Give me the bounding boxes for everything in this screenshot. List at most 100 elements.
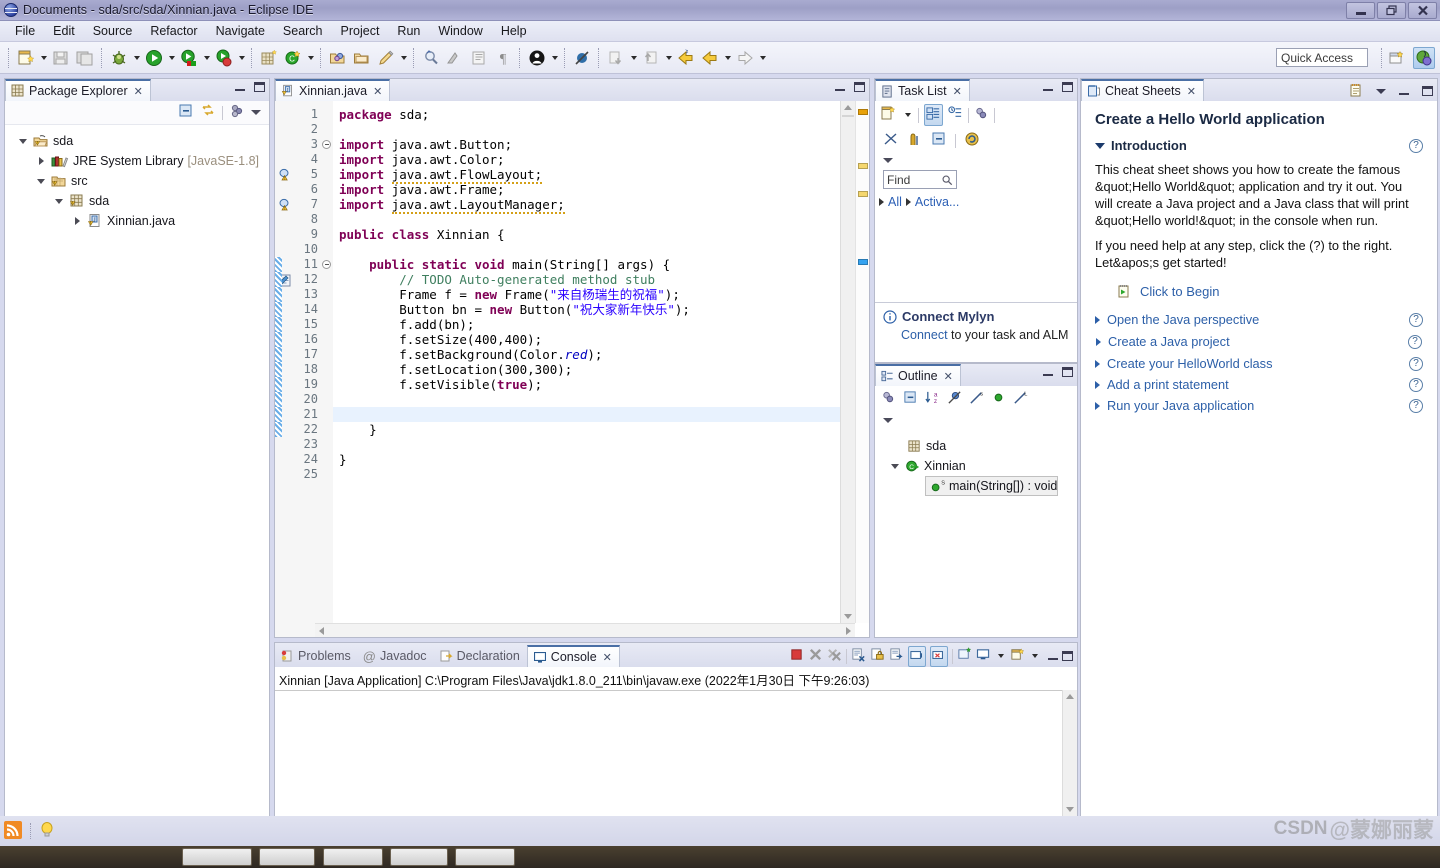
close-icon[interactable]: ✕	[373, 85, 382, 98]
help-icon[interactable]: ?	[1409, 356, 1423, 371]
tab-outline[interactable]: Outline ✕	[875, 364, 961, 386]
close-icon[interactable]: ✕	[944, 370, 953, 383]
twisty-down-icon[interactable]	[889, 463, 901, 469]
forward-icon[interactable]	[733, 46, 757, 70]
restore-tasks-icon[interactable]	[964, 131, 980, 150]
open-type-icon[interactable]	[326, 46, 350, 70]
forward-dropdown-icon[interactable]	[757, 47, 768, 69]
chevron-right-icon[interactable]	[1095, 315, 1100, 324]
hide-static-icon[interactable]: s	[969, 390, 984, 408]
console-vertical-scrollbar[interactable]	[1062, 690, 1077, 816]
tab-declaration[interactable]: Declaration	[434, 645, 527, 667]
menu-source[interactable]: Source	[84, 22, 142, 40]
code-line[interactable]: Frame f = new Frame("来自杨瑞生的祝福");	[333, 287, 869, 302]
debug-dropdown-icon[interactable]	[131, 47, 142, 69]
tab-package-explorer[interactable]: Package Explorer ✕	[5, 79, 151, 101]
code-line[interactable]: Button bn = new Button("祝大家新年快乐");	[333, 302, 869, 317]
scroll-down-icon[interactable]	[841, 610, 855, 623]
save-all-icon[interactable]	[73, 46, 97, 70]
code-line[interactable]: }	[333, 422, 869, 437]
display-selected-console-icon[interactable]	[976, 647, 991, 665]
help-icon[interactable]: ?	[1409, 312, 1423, 327]
taskbar-item[interactable]	[182, 848, 252, 866]
link-with-editor-icon[interactable]	[200, 103, 216, 122]
editor-annotation-ruler[interactable]: !!	[275, 101, 297, 637]
edit-icon[interactable]	[374, 46, 398, 70]
overview-ruler-marker[interactable]	[858, 191, 868, 197]
help-icon[interactable]: ?	[1409, 377, 1423, 392]
maximize-view-icon[interactable]	[254, 82, 265, 92]
twisty-down-icon[interactable]	[35, 178, 47, 184]
minimize-view-icon[interactable]	[1043, 84, 1053, 91]
maximize-view-icon[interactable]	[854, 82, 865, 92]
filter-all-link[interactable]: All	[888, 195, 902, 209]
menu-run[interactable]: Run	[388, 22, 429, 40]
minimize-view-icon[interactable]	[835, 84, 845, 91]
warning-marker-icon[interactable]: !	[278, 198, 293, 212]
pilcrow-icon[interactable]: ¶	[491, 46, 515, 70]
cheat-sheet-step[interactable]: Create a Java project ?	[1095, 330, 1423, 353]
debug-icon[interactable]	[107, 46, 131, 70]
previous-annotation-icon[interactable]	[604, 46, 628, 70]
code-line[interactable]: f.setLocation(300,300);	[333, 362, 869, 377]
maximize-view-icon[interactable]	[1062, 367, 1073, 377]
window-restore-button[interactable]	[1377, 2, 1406, 19]
show-whitespace-icon[interactable]	[467, 46, 491, 70]
clear-console-icon[interactable]	[851, 647, 866, 665]
task-find-input[interactable]: Find	[883, 170, 957, 189]
cheat-sheet-section-header[interactable]: Introduction	[1095, 138, 1187, 153]
view-menu-filter-icon[interactable]	[229, 103, 245, 122]
new-java-package-icon[interactable]	[257, 46, 281, 70]
back-history-icon[interactable]	[698, 46, 722, 70]
mylyn-connect-link[interactable]: Connect	[901, 328, 948, 342]
code-line[interactable]: // TODO Auto-generated method stub	[333, 272, 869, 287]
chevron-right-icon[interactable]	[1096, 337, 1101, 346]
fold-collapse-icon[interactable]	[322, 260, 331, 269]
scroll-up-icon[interactable]	[1063, 690, 1077, 703]
view-menu-icon[interactable]	[883, 418, 893, 423]
tree-item-xinnian-java[interactable]: J ! Xinnian.java	[13, 211, 269, 231]
scroll-up-icon[interactable]	[841, 101, 855, 114]
filter-activate-link[interactable]: Activa...	[915, 195, 959, 209]
code-line[interactable]: f.setVisible(true);	[333, 377, 869, 392]
code-line[interactable]: import java.awt.Color;	[333, 152, 869, 167]
taskbar-item[interactable]	[455, 848, 516, 866]
code-line[interactable]: f.setSize(400,400);	[333, 332, 869, 347]
code-line[interactable]: import java.awt.FlowLayout;	[333, 167, 869, 184]
menu-navigate[interactable]: Navigate	[207, 22, 274, 40]
minimize-view-icon[interactable]	[235, 84, 245, 91]
editor-folding-ruler[interactable]	[321, 101, 333, 637]
code-line[interactable]	[333, 212, 869, 227]
window-minimize-button[interactable]	[1346, 2, 1375, 19]
cheat-sheet-step[interactable]: Add a print statement ?	[1095, 374, 1423, 395]
run-external-tools-icon[interactable]	[212, 46, 236, 70]
twisty-right-icon[interactable]	[71, 217, 83, 225]
new-wizard-icon[interactable]	[14, 46, 38, 70]
window-close-button[interactable]	[1408, 2, 1437, 19]
taskbar-item[interactable]	[322, 848, 383, 866]
show-console-on-error-icon[interactable]	[930, 645, 948, 667]
menu-window[interactable]: Window	[429, 22, 491, 40]
taskbar-item[interactable]	[390, 848, 449, 866]
filter-expand-icon[interactable]	[905, 198, 911, 206]
code-line[interactable]: public class Xinnian {	[333, 227, 869, 242]
view-menu-icon[interactable]	[883, 158, 893, 163]
skip-breakpoints-icon[interactable]	[570, 46, 594, 70]
cheat-sheet-step[interactable]: Open the Java perspective ?	[1095, 309, 1423, 330]
close-icon[interactable]: ✕	[134, 85, 143, 98]
minimize-view-icon[interactable]	[1043, 369, 1053, 376]
tree-item-sda-package[interactable]: ! sda	[13, 191, 269, 211]
tree-item-sda-project[interactable]: ! sda	[13, 131, 269, 151]
tab-cheat-sheets[interactable]: Cheat Sheets ✕	[1081, 79, 1204, 101]
tab-task-list[interactable]: Task List ✕	[875, 79, 970, 101]
close-icon[interactable]: ✕	[603, 651, 612, 664]
terminate-icon[interactable]	[789, 647, 804, 665]
rss-feed-icon[interactable]	[4, 820, 22, 842]
warning-marker-icon[interactable]: !	[278, 168, 293, 182]
chevron-right-icon[interactable]	[1095, 380, 1100, 389]
open-perspective-button[interactable]	[1386, 47, 1408, 69]
next-annotation-icon[interactable]	[639, 46, 663, 70]
previous-annotation-dropdown-icon[interactable]	[628, 47, 639, 69]
console-output[interactable]	[275, 690, 1062, 816]
filter-expand-icon[interactable]	[879, 198, 884, 206]
